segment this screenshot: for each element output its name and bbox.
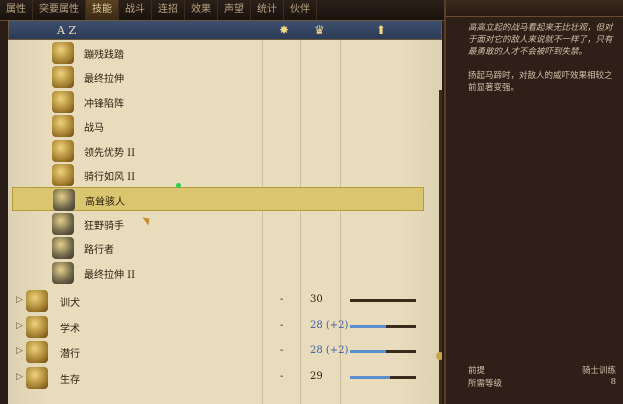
- level-value: 8: [610, 377, 616, 387]
- charge-icon: [52, 90, 74, 113]
- skill-label: 训犬: [60, 298, 80, 309]
- horse-trample-icon: [52, 42, 74, 64]
- perk-row[interactable]: 战马: [8, 114, 428, 138]
- perk-label: 骑行如风 II: [84, 172, 136, 183]
- perk-label: 最终拉伸 II: [84, 269, 136, 281]
- skill-row[interactable]: ▷ 生存 - 29: [8, 366, 428, 390]
- perk-effect-text: 扬起马蹄时，对敌人的威吓效果相较之前显著变强。: [468, 71, 613, 93]
- skill-row[interactable]: ▷ 学术 - 28 (+2): [8, 315, 428, 339]
- perk-label: 冲锋陷阵: [84, 98, 124, 110]
- expand-icon[interactable]: ▷: [16, 346, 23, 356]
- arrow-up-icon[interactable]: ⬆: [376, 23, 386, 37]
- skill-icon: [26, 290, 48, 312]
- perk-row[interactable]: 骑行如风 II: [8, 163, 428, 187]
- skill-progress-bar: [350, 324, 416, 328]
- skill-value: 28 (+2): [310, 345, 349, 356]
- lead-icon: [52, 139, 74, 162]
- skill-progress-bar: [350, 299, 416, 302]
- info-frame-top: [446, 0, 623, 17]
- tab-8[interactable]: 伙伴: [284, 0, 317, 20]
- skill-value: 29: [310, 370, 323, 382]
- expand-icon[interactable]: ▷: [16, 295, 23, 305]
- perk-row[interactable]: 最终拉伸: [8, 65, 428, 89]
- skill-value: 30: [310, 294, 323, 305]
- skill-dash: -: [280, 370, 284, 382]
- skill-row[interactable]: ▷ 潜行 - 28 (+2): [8, 340, 428, 364]
- perk-label: 最终拉伸: [84, 74, 124, 86]
- skill-progress-bar: [350, 350, 416, 353]
- tab-3[interactable]: 战斗: [119, 0, 152, 20]
- skill-label: 潜行: [60, 349, 80, 360]
- expand-icon[interactable]: ▷: [16, 321, 23, 331]
- tab-2[interactable]: 技能: [86, 0, 119, 20]
- perk-row[interactable]: 蹦残践踏: [8, 41, 428, 65]
- perk-label: 狂野骑手: [84, 220, 124, 232]
- perk-label: 高耸骇人: [85, 197, 125, 209]
- requirement-row: 前提 骑士训练: [468, 364, 616, 376]
- perk-label: 领先优势 II: [84, 147, 136, 159]
- requirement-label: 前提: [468, 366, 486, 376]
- perk-label: 路行者: [84, 245, 114, 257]
- wild-rider-icon: [52, 212, 74, 235]
- sort-alpha-button[interactable]: A Z: [57, 24, 76, 37]
- requirement-value: 骑士训练: [581, 366, 616, 376]
- perk-row[interactable]: 最终拉伸 II: [8, 261, 428, 285]
- tab-7[interactable]: 统计: [251, 0, 284, 20]
- horse-rear-2-icon: [52, 261, 74, 284]
- skill-dash: -: [280, 345, 284, 356]
- ride-wind-icon: [52, 164, 74, 186]
- skill-progress-bar: [350, 375, 416, 379]
- skill-icon: [26, 366, 48, 389]
- info-panel: 高高立起的战马看起来无比壮观，但对于面对它的敌人来说就不一样了，只有最勇敢的人才…: [444, 0, 623, 404]
- tab-6[interactable]: 声望: [218, 0, 251, 20]
- tab-0[interactable]: 属性: [0, 0, 33, 20]
- skill-progress-fill: [350, 375, 390, 379]
- column-header: A Z ✸ ♛ ⬆: [8, 20, 442, 40]
- tab-4[interactable]: 连招: [152, 0, 185, 20]
- tab-bar: 属性 突要属性 技能 战斗 连招 效果 声望 统计 伙伴: [0, 0, 444, 21]
- towering-icon: [53, 189, 75, 212]
- skill-value: 28 (+2): [310, 319, 349, 331]
- perk-row[interactable]: 狂野骑手: [8, 212, 428, 236]
- horse-rear-icon: [52, 66, 74, 89]
- perk-row[interactable]: 高耸骇人: [12, 187, 424, 212]
- skill-progress-fill: [350, 324, 387, 328]
- scrollbar[interactable]: [436, 90, 442, 404]
- skills-list: 蹦残践踏最终拉伸冲锋陷阵战马领先优势 II 骑行如风 II 高耸骇人狂野骑手路行者最…: [8, 40, 442, 404]
- perk-row[interactable]: 冲锋陷阵: [8, 90, 428, 114]
- level-label: 所需等级: [468, 379, 503, 389]
- sun-icon[interactable]: ✸: [279, 23, 289, 37]
- skill-dash: -: [280, 294, 284, 305]
- expand-icon[interactable]: ▷: [16, 372, 23, 382]
- perk-row[interactable]: 路行者: [8, 236, 428, 260]
- crown-icon[interactable]: ♛: [314, 23, 325, 37]
- skill-label: 学术: [60, 323, 80, 335]
- skill-label: 生存: [60, 374, 80, 386]
- skill-dash: -: [280, 319, 284, 331]
- skill-icon: [26, 341, 48, 363]
- wayfarer-icon: [52, 237, 74, 260]
- level-row: 所需等级 8: [468, 377, 616, 389]
- perk-label: 蹦残践踏: [84, 50, 124, 61]
- tab-1[interactable]: 突要属性: [33, 0, 86, 20]
- tab-5[interactable]: 效果: [185, 0, 218, 20]
- warhorse-icon: [52, 115, 74, 138]
- perk-row[interactable]: 领先优势 II: [8, 139, 428, 163]
- skill-icon: [26, 315, 48, 338]
- skill-row[interactable]: ▷ 训犬 - 30: [8, 289, 428, 313]
- mouse-indicator-dot: [176, 183, 181, 188]
- skill-progress-fill: [350, 350, 387, 353]
- scroll-thumb[interactable]: [436, 352, 442, 360]
- perk-label: 战马: [84, 123, 104, 135]
- perk-flavor-text: 高高立起的战马看起来无比壮观，但对于面对它的敌人来说就不一样了，只有最勇敢的人才…: [468, 23, 613, 57]
